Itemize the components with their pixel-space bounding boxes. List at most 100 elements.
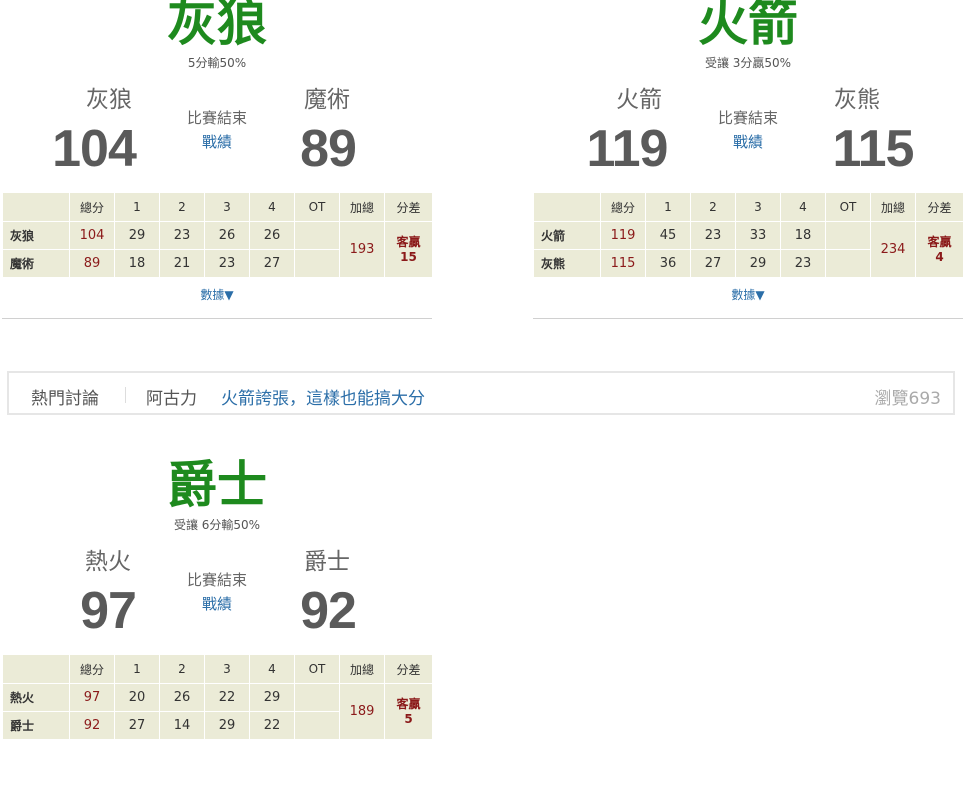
header-cell: OT: [294, 654, 340, 684]
game-status: 比賽結束: [186, 571, 247, 589]
header-cell: 分差: [384, 192, 433, 222]
divider: [125, 387, 126, 403]
row-ot: [294, 249, 340, 278]
hot-topic-title-link[interactable]: 火箭誇張，這樣也能搞大分: [221, 384, 425, 409]
header-cell: 分差: [384, 654, 433, 684]
row-total: 104: [69, 221, 115, 250]
header-cell: OT: [294, 192, 340, 222]
header-cell: 4: [249, 654, 295, 684]
row-q3: 33: [735, 221, 781, 250]
table-row: 熱火 97 20 26 22 29 189 客贏 5: [2, 683, 433, 740]
row-q1: 18: [114, 249, 160, 278]
hot-topic-label: 熱門討論: [31, 389, 99, 409]
divider-line: [2, 318, 432, 319]
row-q3: 23: [204, 249, 250, 278]
home-team-score: 92: [300, 582, 357, 640]
row-q1: 36: [645, 249, 691, 278]
row-team: 灰狼: [2, 221, 70, 250]
row-team: 灰熊: [533, 249, 601, 278]
row-ot: [294, 683, 340, 712]
diff-cell: 客贏 5: [384, 683, 433, 740]
row-total: 92: [69, 711, 115, 740]
row-q4: 18: [780, 221, 826, 250]
row-ot: [825, 221, 871, 250]
header-cell: [2, 192, 70, 222]
header-cell: 1: [114, 192, 160, 222]
table-row: 火箭 119 45 23 33 18 234 客贏 4: [533, 221, 964, 278]
data-toggle-link[interactable]: 數據▼: [533, 286, 963, 303]
diff-cell: 客贏 15: [384, 221, 433, 278]
pick-title: 火箭: [698, 0, 798, 52]
pick-title: 灰狼: [167, 0, 267, 52]
row-ot: [825, 249, 871, 278]
sum-total: 234: [870, 221, 916, 278]
data-toggle-link[interactable]: 數據▼: [2, 286, 432, 303]
row-q2: 26: [159, 683, 205, 712]
row-team: 火箭: [533, 221, 601, 250]
diff-value: 15: [400, 249, 417, 264]
diff-cell: 客贏 4: [915, 221, 964, 278]
row-q4: 26: [249, 221, 295, 250]
row-q3: 29: [204, 711, 250, 740]
hot-topic-author[interactable]: 阿古力: [146, 384, 197, 409]
row-total: 115: [600, 249, 646, 278]
header-cell: 3: [204, 192, 250, 222]
row-total: 89: [69, 249, 115, 278]
header-cell: 總分: [69, 192, 115, 222]
betting-line: 受讓 3分贏50%: [704, 56, 792, 70]
row-q4: 27: [249, 249, 295, 278]
row-q2: 23: [159, 221, 205, 250]
box-score-table: 總分 1 2 3 4 OT 加總 分差 灰狼 104 29 23 26 26 1…: [2, 192, 433, 278]
game-card-2: 火箭 受讓 3分贏50% 火箭 119 比賽結束 戰績 灰熊 115 總分 1 …: [533, 0, 964, 330]
table-row: 灰狼 104 29 23 26 26 193 客贏 15: [2, 221, 433, 278]
home-team-name: 爵士: [304, 549, 350, 575]
header-cell: 總分: [600, 192, 646, 222]
betting-line: 受讓 6分輸50%: [173, 518, 261, 532]
away-team-name: 熱火: [85, 549, 131, 575]
record-link[interactable]: 戰績: [688, 132, 808, 152]
header-cell: 2: [690, 192, 736, 222]
sum-total: 189: [339, 683, 385, 740]
diff-value: 5: [404, 711, 413, 726]
game-status: 比賽結束: [186, 109, 247, 127]
row-team: 魔術: [2, 249, 70, 278]
home-team-name: 灰熊: [834, 87, 880, 113]
header-cell: 總分: [69, 654, 115, 684]
table-header-row: 總分 1 2 3 4 OT 加總 分差: [533, 192, 964, 222]
row-q1: 45: [645, 221, 691, 250]
game-card-3: 爵士 受讓 6分輸50% 熱火 97 比賽結束 戰績 爵士 92 總分 1 2 …: [2, 455, 433, 792]
pick-title: 爵士: [167, 455, 267, 514]
diff-label: 客贏: [927, 234, 952, 249]
header-cell: 4: [249, 192, 295, 222]
away-team-score: 104: [52, 120, 137, 178]
table-header-row: 總分 1 2 3 4 OT 加總 分差: [2, 192, 433, 222]
header-cell: 加總: [870, 192, 916, 222]
box-score-table: 總分 1 2 3 4 OT 加總 分差 火箭 119 45 23 33 18 2…: [533, 192, 964, 278]
record-link[interactable]: 戰績: [157, 132, 277, 152]
row-q1: 27: [114, 711, 160, 740]
game-status: 比賽結束: [717, 109, 778, 127]
divider-line: [533, 318, 963, 319]
row-q2: 21: [159, 249, 205, 278]
header-cell: 2: [159, 192, 205, 222]
table-header-row: 總分 1 2 3 4 OT 加總 分差: [2, 654, 433, 684]
row-q4: 23: [780, 249, 826, 278]
row-q2: 27: [690, 249, 736, 278]
row-q2: 14: [159, 711, 205, 740]
header-cell: 1: [645, 192, 691, 222]
record-link[interactable]: 戰績: [157, 594, 277, 614]
row-q2: 23: [690, 221, 736, 250]
header-cell: 3: [204, 654, 250, 684]
row-total: 119: [600, 221, 646, 250]
header-cell: 加總: [339, 654, 385, 684]
row-ot: [294, 221, 340, 250]
diff-label: 客贏: [396, 234, 421, 249]
game-card-1: 灰狼 5分輸50% 灰狼 104 比賽結束 戰績 魔術 89 總分 1 2 3 …: [2, 0, 433, 330]
diff-value: 4: [935, 249, 944, 264]
row-q1: 29: [114, 221, 160, 250]
row-q4: 29: [249, 683, 295, 712]
header-cell: 加總: [339, 192, 385, 222]
row-q3: 29: [735, 249, 781, 278]
betting-line: 5分輸50%: [187, 56, 247, 70]
row-q4: 22: [249, 711, 295, 740]
